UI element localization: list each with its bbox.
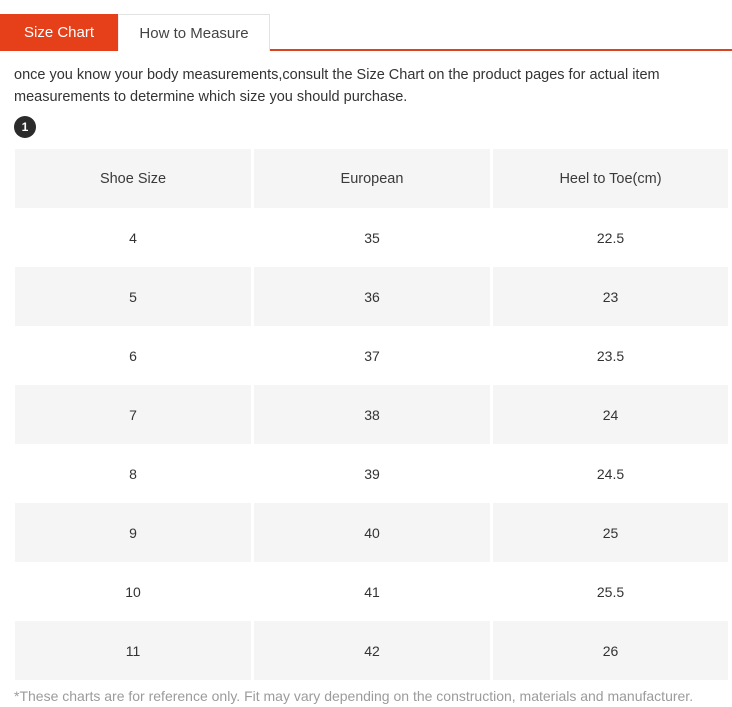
cell-heel-to-toe: 26 [493,621,728,680]
cell-shoe-size: 8 [15,444,251,503]
cell-european: 36 [254,267,490,326]
cell-shoe-size: 10 [15,562,251,621]
step-badge-row: 1 [0,108,732,144]
cell-shoe-size: 6 [15,326,251,385]
table-row: 11 42 26 [15,621,728,680]
disclaimer-note: *These charts are for reference only. Fi… [14,688,694,704]
cell-heel-to-toe: 25.5 [493,562,728,621]
size-chart-page: Size Chart How to Measure once you know … [0,0,732,707]
table-row: 6 37 23.5 [15,326,728,385]
cell-heel-to-toe: 24.5 [493,444,728,503]
cell-shoe-size: 5 [15,267,251,326]
cell-shoe-size: 4 [15,208,251,267]
cell-shoe-size: 9 [15,503,251,562]
tab-list: Size Chart How to Measure [0,14,732,51]
cell-european: 41 [254,562,490,621]
table-row: 10 41 25.5 [15,562,728,621]
cell-heel-to-toe: 24 [493,385,728,444]
table-row: 8 39 24.5 [15,444,728,503]
cell-heel-to-toe: 22.5 [493,208,728,267]
table-row: 9 40 25 [15,503,728,562]
cell-european: 39 [254,444,490,503]
table-row: 5 36 23 [15,267,728,326]
cell-heel-to-toe: 23.5 [493,326,728,385]
cell-shoe-size: 11 [15,621,251,680]
size-chart-table: Shoe Size European Heel to Toe(cm) 4 35 … [12,149,731,680]
cell-european: 42 [254,621,490,680]
step-number-badge: 1 [14,116,36,138]
table-header: Shoe Size European Heel to Toe(cm) [15,149,728,208]
column-header-heel-to-toe: Heel to Toe(cm) [493,149,728,208]
cell-heel-to-toe: 23 [493,267,728,326]
size-table-container: Shoe Size European Heel to Toe(cm) 4 35 … [0,144,732,680]
tab-how-to-measure[interactable]: How to Measure [118,14,270,51]
intro-text: once you know your body measurements,con… [14,67,660,105]
tab-size-chart[interactable]: Size Chart [0,14,118,51]
table-row: 4 35 22.5 [15,208,728,267]
cell-european: 35 [254,208,490,267]
cell-european: 37 [254,326,490,385]
table-row: 7 38 24 [15,385,728,444]
cell-european: 40 [254,503,490,562]
column-header-shoe-size: Shoe Size [15,149,251,208]
table-body: 4 35 22.5 5 36 23 6 37 23.5 7 38 24 8 39… [15,208,728,680]
table-header-row: Shoe Size European Heel to Toe(cm) [15,149,728,208]
column-header-european: European [254,149,490,208]
tab-bar: Size Chart How to Measure [0,0,732,51]
cell-heel-to-toe: 25 [493,503,728,562]
cell-european: 38 [254,385,490,444]
cell-shoe-size: 7 [15,385,251,444]
